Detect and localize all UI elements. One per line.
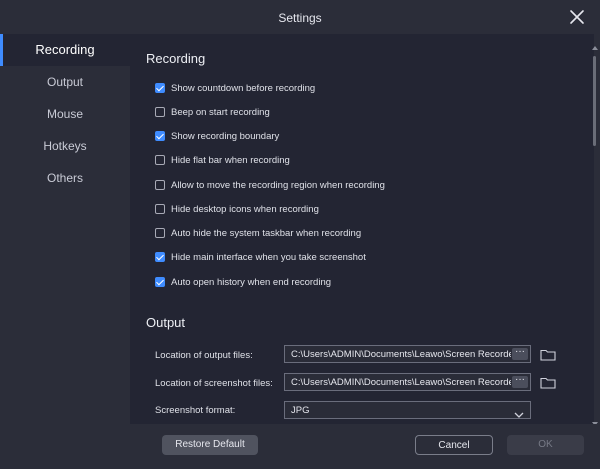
title-bar: Settings: [0, 0, 600, 34]
checkbox[interactable]: [155, 180, 165, 190]
screenshot-location-field[interactable]: C:\Users\ADMIN\Documents\Leawo\Screen Re…: [284, 373, 531, 391]
sidebar-item-label: Output: [46, 75, 84, 89]
cancel-button[interactable]: Cancel: [415, 435, 493, 455]
dialog-footer: Restore Default Cancel OK: [0, 424, 600, 469]
browse-output-button[interactable]: ···: [512, 347, 528, 360]
chevron-down-icon: [514, 406, 524, 418]
active-indicator: [0, 34, 3, 66]
sidebar-item-hotkeys[interactable]: Hotkeys: [0, 131, 130, 161]
screenshot-location-label: Location of screenshot files:: [155, 378, 273, 389]
option-label: Allow to move the recording region when …: [171, 179, 385, 191]
checkbox[interactable]: [155, 107, 165, 117]
option-label: Beep on start recording: [171, 106, 270, 118]
scrollbar-thumb[interactable]: [593, 56, 596, 146]
sidebar-item-mouse[interactable]: Mouse: [0, 99, 130, 129]
checkbox[interactable]: [155, 277, 165, 287]
option-hide-flat-bar[interactable]: Hide flat bar when recording: [155, 152, 290, 168]
screenshot-format-value: JPG: [291, 405, 310, 416]
checkbox[interactable]: [155, 252, 165, 262]
option-hide-desktop-icons[interactable]: Hide desktop icons when recording: [155, 201, 319, 217]
output-location-field[interactable]: C:\Users\ADMIN\Documents\Leawo\Screen Re…: [284, 345, 531, 363]
scroll-up-icon[interactable]: [592, 38, 598, 50]
sidebar-item-label: Hotkeys: [43, 139, 87, 153]
option-label: Hide flat bar when recording: [171, 154, 290, 166]
close-icon[interactable]: [568, 8, 586, 26]
checkbox[interactable]: [155, 155, 165, 165]
browse-screenshot-button[interactable]: ···: [512, 375, 528, 388]
checkbox[interactable]: [155, 83, 165, 93]
option-label: Hide main interface when you take screen…: [171, 251, 366, 263]
settings-sidebar: Recording Output Mouse Hotkeys Others: [0, 34, 130, 424]
output-location-value: C:\Users\ADMIN\Documents\Leawo\Screen Re…: [291, 349, 511, 360]
recording-section-title: Recording: [146, 51, 206, 66]
output-location-label: Location of output files:: [155, 350, 253, 361]
screenshot-location-value: C:\Users\ADMIN\Documents\Leawo\Screen Re…: [291, 377, 511, 388]
option-hide-main-interface[interactable]: Hide main interface when you take screen…: [155, 249, 366, 265]
sidebar-item-recording[interactable]: Recording: [0, 34, 130, 66]
settings-content: Recording Show countdown before recordin…: [130, 34, 594, 424]
option-auto-open-history[interactable]: Auto open history when end recording: [155, 274, 331, 290]
screenshot-format-select[interactable]: JPG: [284, 401, 531, 419]
folder-icon[interactable]: [540, 348, 556, 361]
folder-icon[interactable]: [540, 376, 556, 389]
option-label: Auto hide the system taskbar when record…: [171, 227, 362, 239]
checkbox[interactable]: [155, 131, 165, 141]
sidebar-item-label: Others: [46, 171, 83, 185]
screenshot-format-label: Screenshot format:: [155, 405, 236, 416]
sidebar-item-label: Recording: [35, 42, 95, 57]
option-auto-hide-taskbar[interactable]: Auto hide the system taskbar when record…: [155, 225, 361, 241]
sidebar-item-label: Mouse: [46, 107, 84, 121]
option-label: Show countdown before recording: [171, 82, 316, 94]
checkbox[interactable]: [155, 204, 165, 214]
sidebar-item-output[interactable]: Output: [0, 67, 130, 97]
option-label: Auto open history when end recording: [171, 276, 332, 288]
checkbox[interactable]: [155, 228, 165, 238]
option-beep-on-start[interactable]: Beep on start recording: [155, 104, 270, 120]
option-move-region[interactable]: Allow to move the recording region when …: [155, 177, 385, 193]
sidebar-item-others[interactable]: Others: [0, 163, 130, 193]
output-section-title: Output: [146, 315, 186, 330]
option-show-countdown[interactable]: Show countdown before recording: [155, 80, 315, 96]
restore-default-button[interactable]: Restore Default: [162, 435, 258, 455]
window-title: Settings: [278, 11, 322, 25]
option-show-boundary[interactable]: Show recording boundary: [155, 128, 279, 144]
option-label: Hide desktop icons when recording: [171, 203, 319, 215]
option-label: Show recording boundary: [171, 130, 280, 142]
ok-button[interactable]: OK: [507, 435, 584, 455]
scroll-down-icon[interactable]: [592, 414, 598, 426]
